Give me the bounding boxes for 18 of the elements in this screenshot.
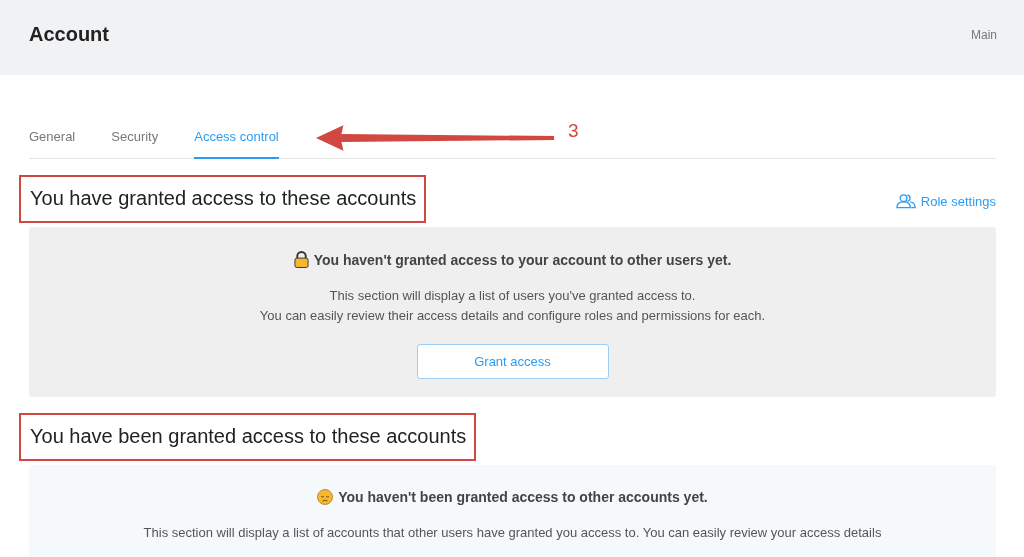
section-heading: You have granted access to these accounts (19, 175, 427, 223)
sad-face-icon (317, 489, 334, 505)
empty-state-title: You haven't granted access to your account to other users yet. (313, 251, 732, 268)
grant-access-button[interactable]: Grant access (416, 344, 609, 379)
empty-state-text: This section will display a list of accounts that other users have granted you access to. You can easily review your access details (143, 524, 882, 542)
breadcrumb-link[interactable]: Main (971, 27, 997, 42)
section-heading: You have been granted access to these accounts (19, 413, 477, 461)
annotation-number: 3 (568, 120, 579, 142)
users-icon (895, 193, 917, 209)
empty-state-text: This section will display a list of users you've granted access to. (329, 287, 696, 305)
tab[interactable]: General (29, 129, 76, 159)
lock-icon (293, 251, 309, 268)
tab[interactable]: Access control (194, 129, 279, 159)
empty-state-title: You haven't been granted access to other accounts yet. (338, 489, 708, 505)
role-settings-link[interactable]: Role settings (895, 193, 996, 209)
empty-state-text: You can easily review their access details and configure roles and permissions for each. (259, 307, 766, 325)
page-title: Account (29, 23, 109, 46)
tab[interactable]: Security (111, 129, 159, 159)
